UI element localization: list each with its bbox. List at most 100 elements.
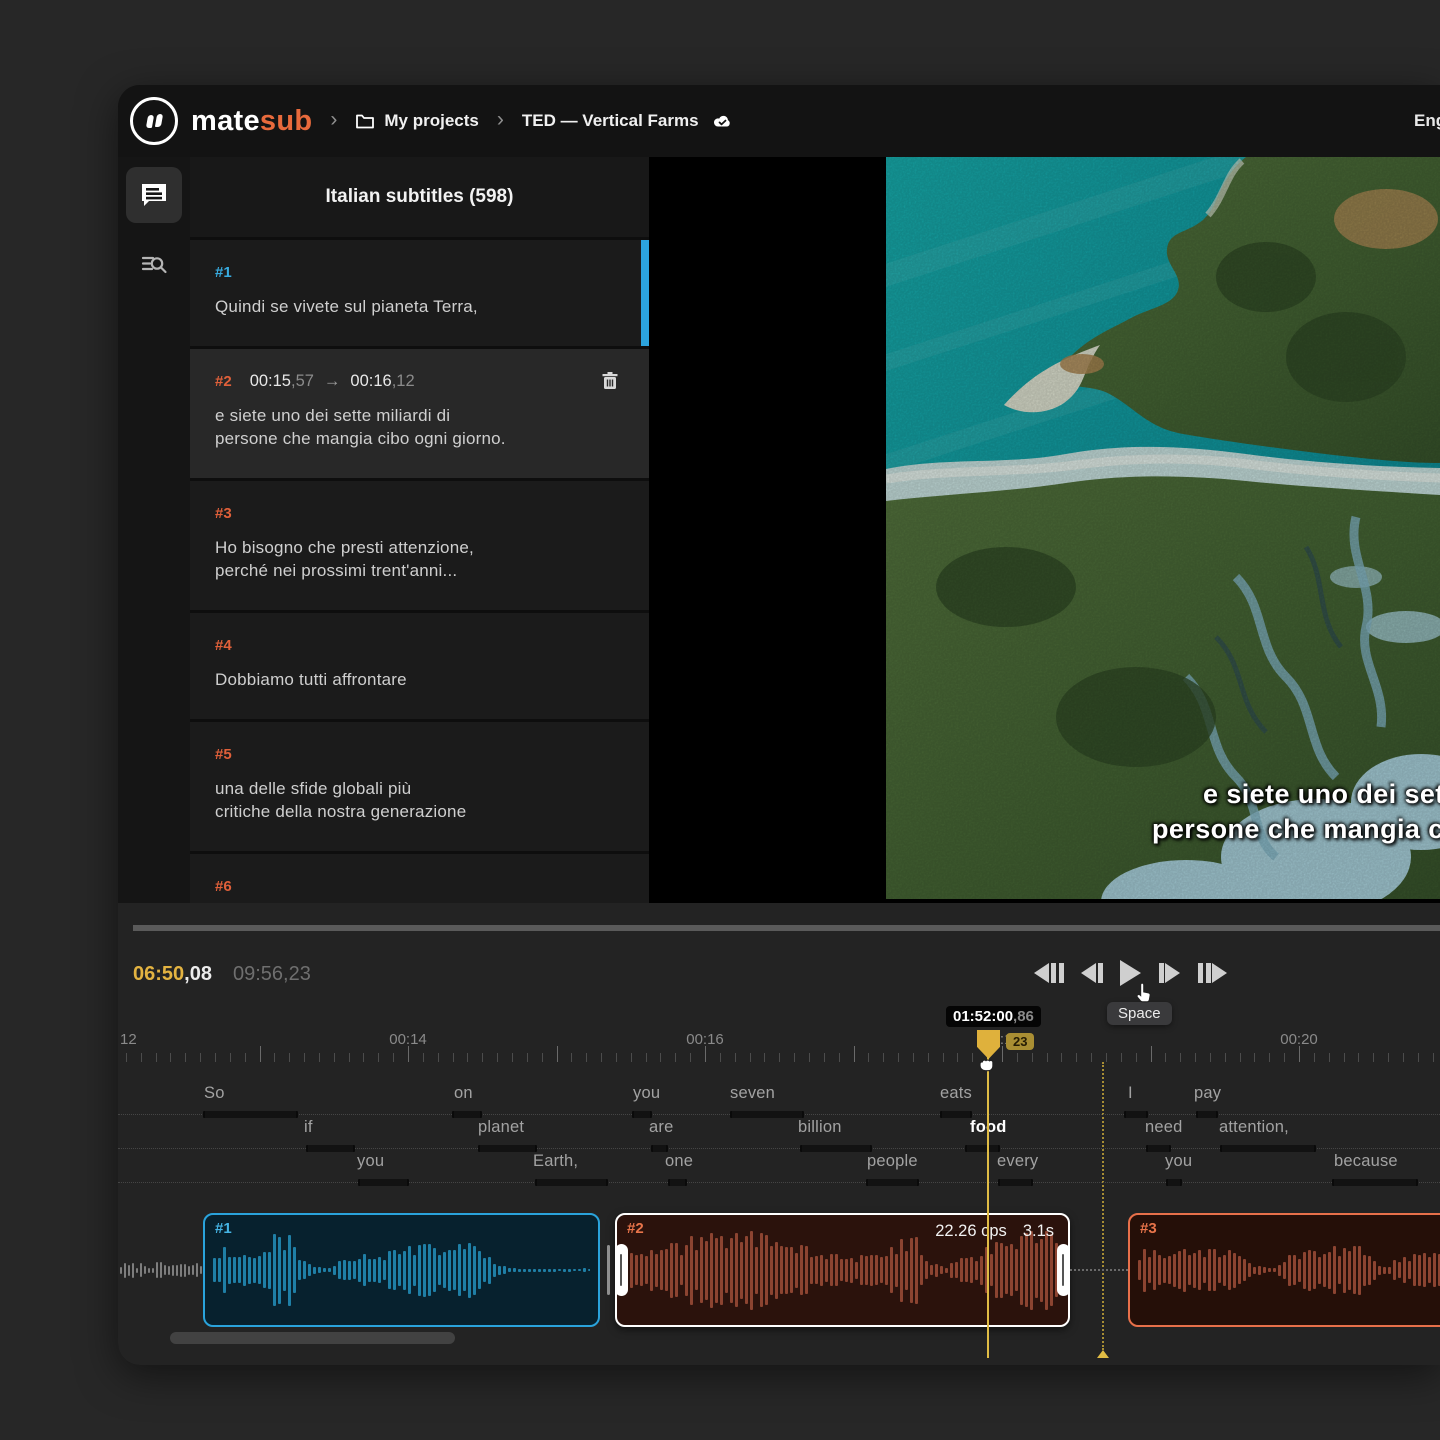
language-selector[interactable]: Eng	[1414, 111, 1440, 131]
word-duration-bar[interactable]	[866, 1179, 919, 1186]
word-duration-bar[interactable]	[358, 1179, 409, 1186]
word-token[interactable]: you	[357, 1152, 384, 1171]
word-token[interactable]: every	[997, 1152, 1038, 1171]
word-token[interactable]: because	[1334, 1152, 1398, 1171]
ruler-tick	[809, 1053, 810, 1062]
ruler-tick	[1165, 1053, 1166, 1062]
ruler-tick	[1344, 1053, 1345, 1062]
subtitle-text[interactable]: una delle sfide globali piùcritiche dell…	[215, 777, 624, 823]
subtitle-bubble-icon	[139, 181, 169, 209]
ruler-tick	[378, 1053, 379, 1062]
frame-forward-button[interactable]	[1157, 957, 1180, 989]
ruler-tick	[601, 1053, 602, 1062]
frame-back-button[interactable]	[1081, 957, 1104, 989]
ruler-tick	[1061, 1053, 1062, 1062]
ruler-tick	[839, 1053, 840, 1062]
word-token[interactable]: billion	[798, 1118, 842, 1137]
subtitle-item-1[interactable]: #1Quindi se vivete sul pianeta Terra,	[190, 240, 649, 346]
subtitle-item-4[interactable]: #4 Dobbiamo tutti affrontare	[190, 613, 649, 719]
ruler-tick	[185, 1053, 186, 1062]
word-duration-bar[interactable]	[668, 1179, 687, 1186]
word-token[interactable]: pay	[1194, 1084, 1221, 1103]
ruler-tick	[215, 1053, 216, 1062]
matesub-logo[interactable]: matesub	[130, 97, 312, 145]
left-icon-rail	[118, 157, 190, 903]
previous-subtitle-button[interactable]	[1034, 957, 1065, 989]
word-duration-bar[interactable]	[998, 1179, 1033, 1186]
word-duration-bar[interactable]	[535, 1179, 608, 1186]
word-token[interactable]: are	[649, 1118, 673, 1137]
subtitle-item-6[interactable]: #6Dove sei!? Dove sei!?	[190, 854, 649, 903]
subtitle-block-3[interactable]: #3	[1128, 1213, 1440, 1327]
word-duration-bar[interactable]	[1166, 1179, 1182, 1186]
breadcrumb-my-projects-label: My projects	[384, 111, 478, 131]
subtitle-index: #4	[215, 637, 232, 654]
subtitle-item-3[interactable]: #3 Ho bisogno che presti attenzione,perch…	[190, 481, 649, 610]
word-token[interactable]: need	[1145, 1118, 1183, 1137]
subtitle-index: #3	[215, 505, 232, 522]
word-token[interactable]: I	[1128, 1084, 1133, 1103]
block-label: #3	[1140, 1220, 1157, 1237]
word-token[interactable]: attention,	[1219, 1118, 1289, 1137]
subtitle-text[interactable]: Quindi se vivete sul pianeta Terra,	[215, 295, 624, 318]
timeline-ruler[interactable]: 1200:1400:1600:1800:20	[118, 1030, 1440, 1062]
breadcrumb-my-projects[interactable]: My projects	[355, 111, 478, 131]
breadcrumb-project[interactable]: TED — Vertical Farms	[522, 111, 733, 131]
subtitle-block-1[interactable]: #1	[203, 1213, 600, 1327]
word-row: you Earth, one people every you because	[118, 1148, 1440, 1183]
subtitle-blocks-track: #1 #2 22.26 cps3.1s #3	[118, 1213, 1440, 1327]
ruler-tick	[1418, 1053, 1419, 1062]
ruler-tick	[453, 1053, 454, 1062]
ruler-tick	[928, 1053, 929, 1062]
ruler-tick	[170, 1053, 171, 1062]
block-resize-handle-left[interactable]	[615, 1244, 628, 1296]
word-token[interactable]: on	[454, 1084, 473, 1103]
ruler-tick	[720, 1053, 721, 1062]
subtitle-panel-title: Italian subtitles (598)	[190, 157, 649, 237]
subtitle-text[interactable]: Dobbiamo tutti affrontare	[215, 668, 624, 691]
timeline-scrollbar-top[interactable]	[133, 925, 1440, 931]
search-subtitles-tab[interactable]	[126, 237, 182, 293]
ruler-tick	[883, 1053, 884, 1062]
breadcrumb-chevron-icon: ›	[330, 108, 337, 132]
word-token[interactable]: people	[867, 1152, 918, 1171]
ruler-tick	[868, 1053, 869, 1062]
word-token[interactable]: seven	[730, 1084, 775, 1103]
gap-handle[interactable]	[607, 1245, 610, 1295]
ruler-tick	[1091, 1053, 1092, 1062]
delete-subtitle-button[interactable]	[601, 371, 619, 391]
ruler-tick	[304, 1053, 305, 1062]
ruler-tick	[1121, 1053, 1122, 1062]
subtitle-text[interactable]: e siete uno dei sette miliardi dipersone…	[215, 404, 624, 450]
subtitle-timecodes[interactable]: 00:15,57→00:16,12	[250, 372, 415, 391]
block-resize-handle-right[interactable]	[1057, 1244, 1070, 1296]
subtitle-item-5[interactable]: #5 una delle sfide globali piùcritiche de…	[190, 722, 649, 851]
word-token[interactable]: you	[1165, 1152, 1192, 1171]
ruler-tick	[824, 1053, 825, 1062]
ruler-tick	[1329, 1053, 1330, 1062]
word-token[interactable]: one	[665, 1152, 693, 1171]
word-token[interactable]: if	[304, 1118, 313, 1137]
folder-icon	[355, 112, 375, 130]
subtitle-index: #5	[215, 746, 232, 763]
ruler-tick	[1403, 1053, 1404, 1062]
ruler-tick	[200, 1053, 201, 1062]
next-subtitle-button[interactable]	[1196, 957, 1227, 989]
video-preview[interactable]: e siete uno dei sette miliardi di person…	[886, 157, 1440, 899]
subtitle-item-2[interactable]: #200:15,57→00:16,12e siete uno dei sette…	[190, 349, 649, 478]
ruler-tick	[260, 1046, 261, 1062]
subtitle-block-2-selected[interactable]: #2 22.26 cps3.1s	[615, 1213, 1070, 1327]
subtitle-list-tab[interactable]	[126, 167, 182, 223]
word-token[interactable]: Earth,	[533, 1152, 578, 1171]
word-token[interactable]: So	[204, 1084, 225, 1103]
ruler-label: 00:16	[686, 1031, 724, 1048]
word-duration-bar[interactable]	[1332, 1179, 1418, 1186]
ruler-tick	[1210, 1053, 1211, 1062]
block-label: #1	[215, 1220, 232, 1237]
timeline-scrollbar-bottom[interactable]	[170, 1332, 455, 1344]
subtitle-text[interactable]: Ho bisogno che presti attenzione,perché …	[215, 536, 624, 582]
word-token[interactable]: you	[633, 1084, 660, 1103]
playhead-frame-badge[interactable]: 23	[1006, 1033, 1034, 1050]
word-token[interactable]: planet	[478, 1118, 524, 1137]
word-token[interactable]: eats	[940, 1084, 972, 1103]
